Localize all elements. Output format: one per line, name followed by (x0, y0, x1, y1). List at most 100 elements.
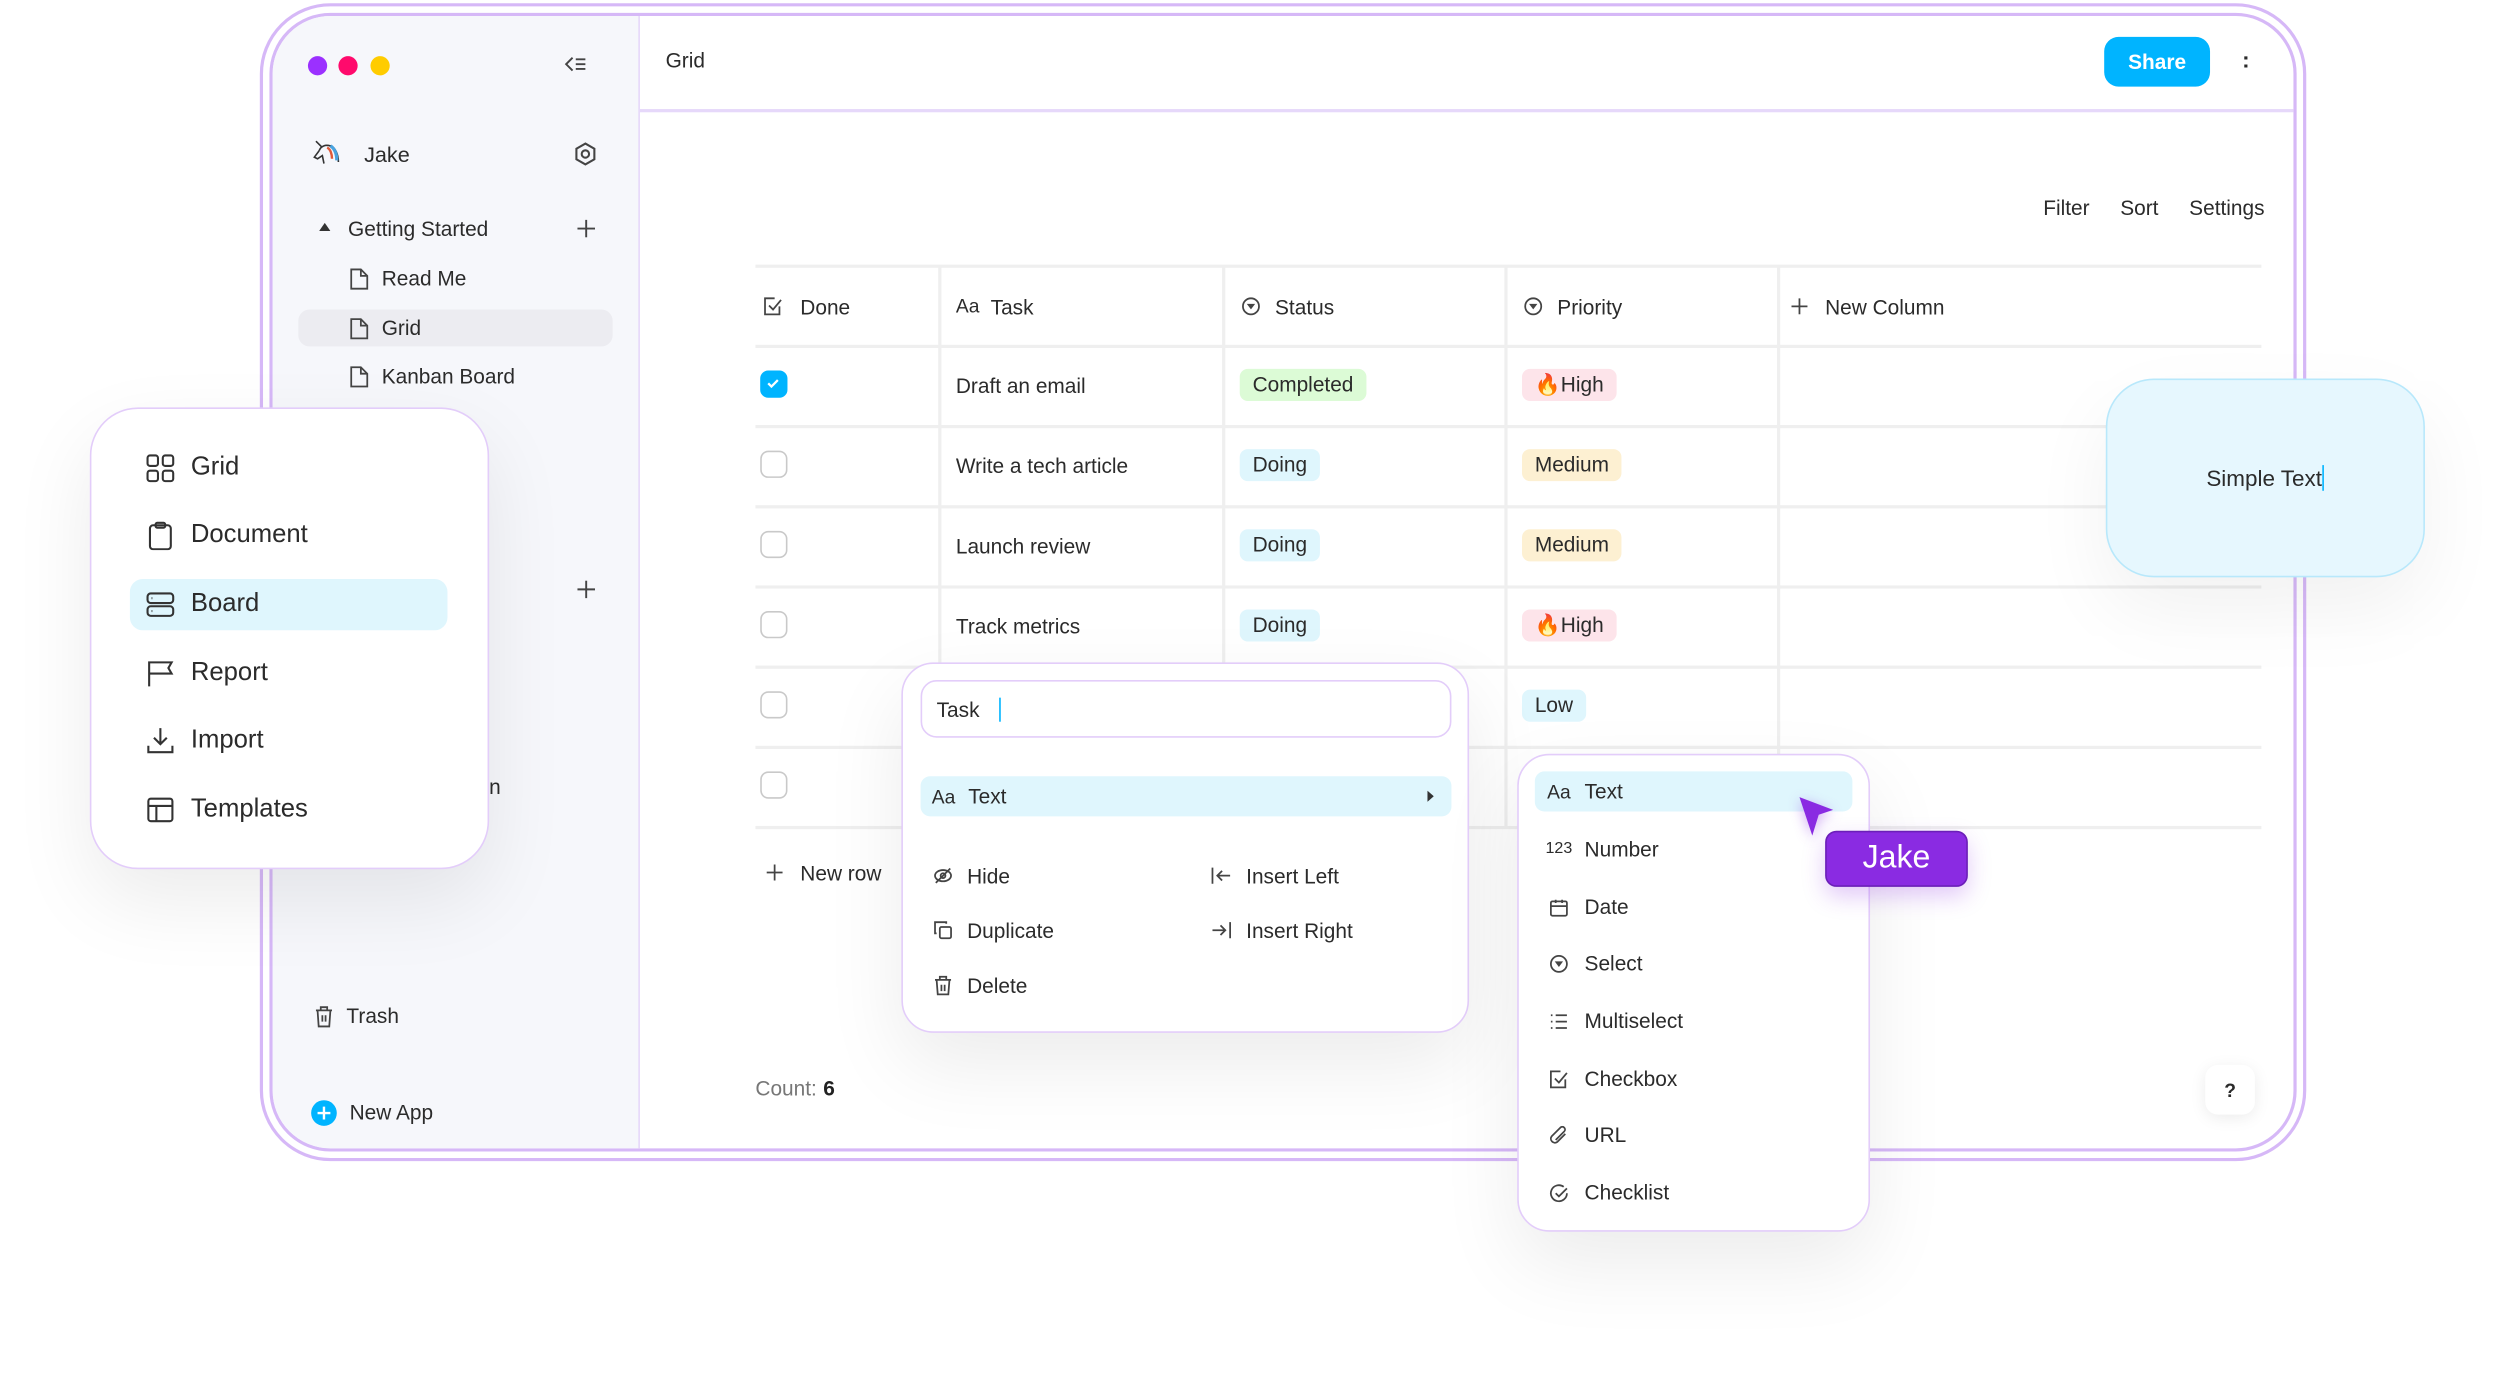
done-checkbox[interactable] (760, 530, 788, 559)
collaborator-name-tag: Jake (1825, 830, 1968, 887)
stage: Jake Getting Started Read Me Grid Kanban… (0, 0, 2502, 1390)
menu-item-label: Board (190, 590, 260, 618)
insert-left-button[interactable]: Insert Left (1211, 860, 1339, 892)
type-label: URL (1584, 1122, 1627, 1147)
status-badge[interactable]: Completed (1239, 368, 1367, 401)
type-option-url[interactable]: URL (1535, 1115, 1853, 1155)
type-label: Text (1584, 779, 1623, 804)
column-type-selector[interactable]: Aa Text (920, 776, 1452, 817)
action-label: Duplicate (967, 918, 1055, 943)
menu-item-document[interactable]: Document (130, 510, 448, 561)
window-dot-purple[interactable] (307, 56, 328, 76)
type-option-select[interactable]: Select (1535, 943, 1853, 983)
action-label: Insert Left (1246, 863, 1339, 888)
menu-item-grid[interactable]: Grid (130, 443, 448, 494)
type-option-date[interactable]: Date (1535, 887, 1853, 927)
hide-column-button[interactable]: Hide (933, 860, 1010, 892)
column-header-status[interactable]: Status (1241, 290, 1334, 322)
settings-gear-icon[interactable] (573, 141, 599, 167)
count-label: Count: (755, 1075, 817, 1100)
new-app-plus-icon[interactable] (311, 1100, 337, 1126)
task-cell[interactable]: Draft an email (956, 369, 1086, 401)
sidebar-item-grid[interactable]: Grid (298, 309, 613, 347)
done-checkbox[interactable] (760, 771, 788, 799)
done-checkbox[interactable] (760, 450, 788, 478)
settings-button[interactable]: Settings (2189, 196, 2264, 220)
duplicate-column-button[interactable]: Duplicate (933, 914, 1054, 946)
filter-button[interactable]: Filter (2043, 196, 2089, 220)
delete-column-button[interactable]: Delete (933, 969, 1027, 1001)
priority-badge[interactable]: Low (1522, 689, 1586, 722)
window-dot-pink[interactable] (338, 56, 358, 76)
status-badge[interactable]: Doing (1239, 609, 1320, 642)
priority-badge[interactable]: 🔥High (1522, 368, 1617, 401)
duplicate-icon (934, 921, 952, 940)
done-checkbox[interactable] (760, 370, 788, 398)
type-option-checkbox[interactable]: Checkbox (1535, 1059, 1853, 1099)
text-cell-editor[interactable]: Simple Text (2105, 378, 2425, 578)
task-cell[interactable]: Write a tech article (956, 449, 1128, 481)
column-header-priority[interactable]: Priority (1524, 290, 1622, 322)
grid-line (755, 505, 2262, 508)
done-checkbox[interactable] (760, 691, 788, 719)
priority-badge[interactable]: Medium (1522, 449, 1622, 482)
sidebar-item-kanban-board[interactable]: Kanban Board (298, 358, 612, 395)
column-header-done[interactable]: Done (763, 290, 850, 322)
column-type-label: Text (968, 784, 1007, 809)
type-label: Select (1584, 951, 1643, 976)
status-badge[interactable]: Doing (1239, 449, 1320, 482)
share-button[interactable]: Share (2104, 36, 2211, 87)
menu-item-templates[interactable]: Templates (130, 784, 448, 835)
help-button[interactable]: ? (2205, 1064, 2255, 1115)
plus-icon (766, 864, 783, 881)
user-name[interactable]: Jake (364, 143, 410, 167)
type-label: Number (1584, 837, 1659, 862)
collapse-sidebar-icon[interactable] (564, 55, 587, 74)
new-row-button[interactable]: New row (766, 856, 881, 888)
plus-icon (1791, 298, 1808, 315)
section-getting-started[interactable]: Getting Started (348, 217, 488, 241)
sidebar-item-read-me[interactable]: Read Me (298, 260, 612, 297)
caret-up-icon[interactable] (319, 222, 331, 231)
priority-badge[interactable]: 🔥High (1522, 609, 1617, 642)
task-cell[interactable]: Launch review (956, 529, 1090, 561)
type-label: Date (1584, 894, 1629, 919)
select-icon (1524, 297, 1543, 316)
menu-item-label: Report (190, 659, 268, 687)
column-label: Task (990, 294, 1034, 319)
task-cell[interactable]: Track metrics (956, 609, 1080, 641)
action-label: Hide (967, 863, 1010, 888)
menu-item-label: Templates (190, 795, 308, 823)
new-app-button[interactable]: New App (350, 1100, 433, 1124)
trash-icon[interactable] (314, 1006, 333, 1028)
insert-left-icon (1211, 867, 1231, 884)
column-name-input[interactable]: Task (920, 680, 1452, 738)
flag-icon (148, 661, 174, 687)
type-option-checklist[interactable]: Checklist (1535, 1172, 1853, 1212)
more-options-button[interactable]: : (2242, 47, 2249, 73)
menu-item-report[interactable]: Report (130, 648, 448, 699)
collaborator-cursor-icon (1798, 795, 1835, 837)
text-caret (998, 696, 1002, 721)
column-label: Done (800, 294, 851, 319)
insert-right-button[interactable]: Insert Right (1211, 914, 1353, 946)
status-badge[interactable]: Doing (1239, 529, 1320, 562)
type-option-multiselect[interactable]: Multiselect (1535, 1001, 1853, 1041)
new-column-button[interactable]: New Column (1791, 290, 1944, 322)
add-section-icon[interactable] (577, 580, 596, 599)
add-page-icon[interactable] (577, 219, 596, 238)
unicorn-avatar-icon[interactable] (311, 138, 343, 170)
window-dot-yellow[interactable] (370, 56, 390, 76)
priority-badge[interactable]: Medium (1522, 529, 1622, 562)
menu-item-label: Grid (190, 453, 240, 482)
done-checkbox[interactable] (760, 611, 788, 639)
menu-item-board[interactable]: Board (129, 578, 448, 631)
menu-item-import[interactable]: Import (130, 715, 448, 766)
action-label: Delete (967, 972, 1028, 997)
grid-line (755, 425, 2262, 428)
column-header-task[interactable]: Aa Task (956, 290, 1034, 322)
trash-link[interactable]: Trash (346, 1004, 399, 1028)
column-label: Status (1275, 294, 1335, 319)
calendar-icon (1548, 897, 1570, 916)
sort-button[interactable]: Sort (2120, 196, 2158, 220)
